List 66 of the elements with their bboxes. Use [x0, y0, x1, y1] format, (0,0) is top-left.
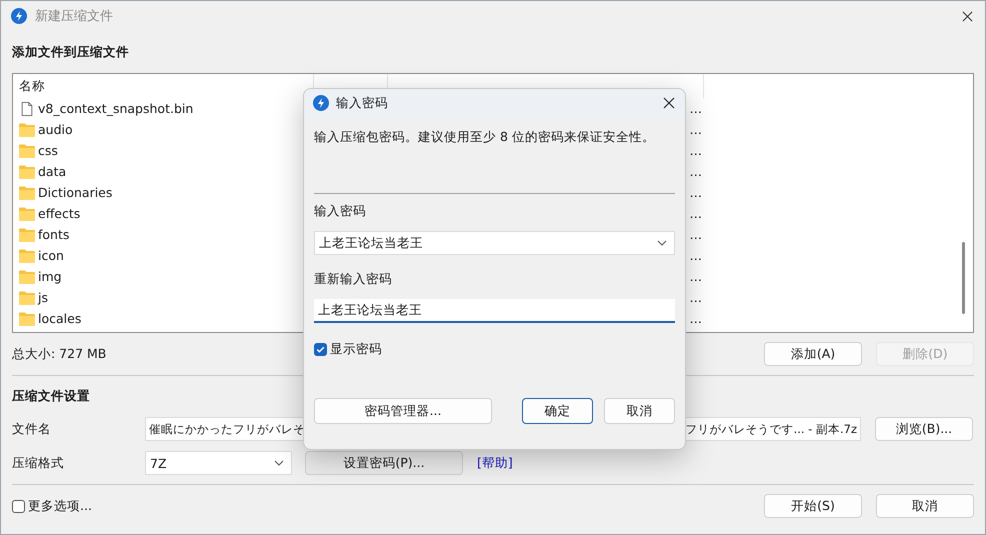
file-name[interactable]: v8_context_snapshot.bin	[38, 98, 194, 119]
file-name[interactable]: img	[38, 266, 62, 287]
file-path: …	[690, 247, 702, 265]
checkbox-label: 显示密码	[330, 340, 382, 358]
file-name[interactable]: js	[38, 287, 48, 308]
app-logo-icon	[313, 95, 329, 111]
field-label: 文件名	[12, 420, 52, 438]
field-label: 输入密码	[314, 203, 367, 219]
checkbox[interactable]	[314, 342, 327, 356]
field-label: 压缩格式	[12, 454, 65, 472]
add-button[interactable]: 添加(A)	[764, 342, 862, 366]
checkbox-label: 更多选项...	[28, 498, 92, 514]
password-combo-field[interactable]: 上老王论坛当老王	[314, 231, 675, 255]
folder-icon	[19, 122, 35, 136]
folder-icon	[19, 248, 35, 262]
file-path: …	[690, 163, 702, 181]
help-link[interactable]: [帮助]	[477, 454, 513, 472]
dialog-title: 输入密码	[336, 94, 388, 112]
cancel-button[interactable]: 取消	[876, 494, 974, 518]
format-dropdown[interactable]: 7Z	[145, 451, 292, 475]
file-name[interactable]: fonts	[38, 224, 70, 245]
file-icon	[19, 102, 35, 116]
set-password-button[interactable]: 设置密码(P)...	[305, 451, 463, 475]
app-logo-icon	[11, 8, 27, 24]
folder-icon	[19, 144, 35, 158]
dialog-message: 输入压缩包密码。建议使用至少 8 位的密码来保证安全性。	[314, 129, 656, 145]
close-icon[interactable]	[962, 10, 973, 22]
folder-icon	[19, 270, 35, 284]
file-path: …	[690, 268, 702, 286]
close-icon[interactable]	[663, 97, 675, 109]
folder-icon	[19, 228, 35, 242]
folder-icon	[19, 312, 35, 326]
file-name[interactable]: locales	[38, 308, 82, 329]
browse-button[interactable]: 浏览(B)...	[875, 417, 973, 441]
password-manager-button[interactable]: 密码管理器...	[314, 398, 492, 424]
total-size: 总大小: 727 MB	[12, 346, 106, 362]
file-name[interactable]: effects	[38, 203, 80, 224]
file-path: …	[690, 121, 702, 139]
chevron-down-icon	[274, 460, 284, 466]
file-path: …	[690, 142, 702, 160]
checkbox[interactable]	[12, 500, 25, 512]
file-name[interactable]: audio	[38, 119, 73, 140]
folder-icon	[19, 206, 35, 220]
field-label: 重新输入密码	[314, 271, 393, 287]
file-name[interactable]: icon	[38, 245, 64, 266]
file-name[interactable]: data	[38, 161, 66, 182]
section-heading: 添加文件到压缩文件	[12, 43, 130, 61]
file-path: …	[690, 310, 702, 328]
cancel-button[interactable]: 取消	[604, 398, 675, 424]
start-button[interactable]: 开始(S)	[764, 494, 862, 518]
file-name[interactable]: Dictionaries	[38, 182, 112, 203]
file-path: …	[690, 226, 702, 244]
scrollbar-thumb[interactable]	[962, 242, 965, 314]
file-path: …	[690, 184, 702, 202]
ok-button[interactable]: 确定	[522, 398, 593, 424]
file-path: …	[690, 100, 702, 118]
file-name[interactable]: css	[38, 140, 58, 161]
file-path: …	[690, 289, 702, 307]
password-field[interactable]: 上老王论坛当老王	[314, 299, 675, 323]
folder-icon	[19, 164, 35, 178]
window-title: 新建压缩文件	[35, 8, 113, 25]
section-heading: 压缩文件设置	[12, 387, 91, 405]
folder-icon	[19, 290, 35, 304]
file-path: …	[690, 205, 702, 223]
chevron-down-icon	[657, 240, 667, 246]
folder-icon	[19, 186, 35, 200]
